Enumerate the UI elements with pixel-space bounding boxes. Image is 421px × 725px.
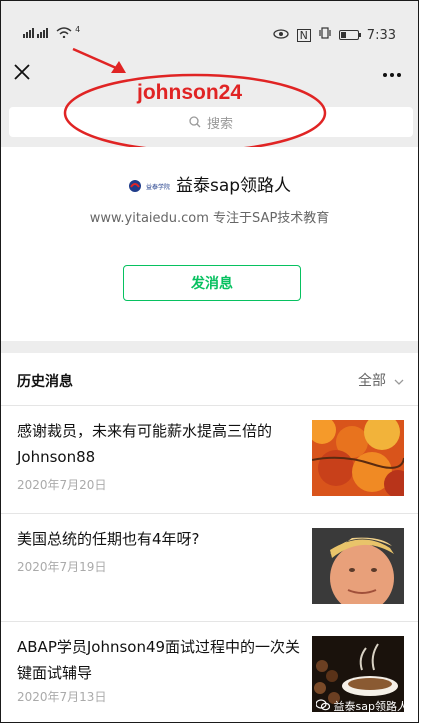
article-date: 2020年7月13日 (17, 690, 107, 704)
article-item[interactable]: 感谢裁员，未来有可能薪水提高三倍的Johnson88 2020年7月20日 (1, 405, 418, 513)
history-header: 历史消息 全部 (1, 353, 418, 405)
wifi-icon (56, 27, 75, 41)
article-title: 美国总统的任期也有4年呀? (17, 530, 200, 548)
history-filter-dropdown[interactable]: 全部 (358, 370, 404, 390)
wechat-icon (314, 698, 330, 714)
article-thumbnail-portrait (312, 528, 404, 612)
eye-icon (272, 28, 289, 43)
account-profile: 益泰学院 益泰sap领路人 www.yitaiedu.com 专注于SAP技术教育… (1, 147, 418, 341)
clock: 7:33 (366, 27, 396, 43)
annotation-label: johnson24 (137, 81, 243, 104)
nfc-icon: N (296, 28, 311, 42)
article-date: 2020年7月20日 (17, 478, 107, 492)
status-right: N 7:33 (272, 27, 396, 43)
article-thumbnail-autumn-leaves (308, 414, 412, 498)
account-description: www.yitaiedu.com 专注于SAP技术教育 (89, 211, 330, 226)
watermark-text: 益泰sap领路人 (333, 700, 408, 713)
send-message-button[interactable]: 发消息 (123, 265, 301, 301)
account-name: 益泰sap领路人 (175, 176, 292, 196)
vibrate-icon (319, 27, 331, 43)
header: 搜索 johnson24 (1, 45, 418, 153)
account-logo-icon (128, 178, 142, 192)
article-date: 2020年7月19日 (17, 560, 107, 574)
more-menu-icon[interactable] (382, 59, 402, 84)
section-divider (1, 341, 418, 353)
status-bar: 4 N 7:33 (1, 1, 418, 45)
battery-icon (338, 30, 361, 40)
article-title: 感谢裁员，未来有可能薪水提高三倍的Johnson88 (17, 422, 273, 466)
watermark: 益泰sap领路人 (314, 698, 408, 714)
phone-frame: 4 N 7:33 搜索 johnson24 益泰学院 益泰sap领路人 www.… (0, 0, 419, 723)
wifi-badge: 4 (75, 25, 81, 34)
history-title: 历史消息 (17, 374, 73, 390)
article-item[interactable]: 美国总统的任期也有4年呀? 2020年7月19日 (1, 513, 418, 621)
account-logo-text: 益泰学院 (145, 184, 170, 191)
signal-indicator: 4 (23, 25, 80, 41)
close-icon[interactable] (11, 63, 33, 85)
signal-icon (23, 28, 56, 41)
history-filter-label: 全部 (358, 373, 386, 389)
chevron-down-icon (394, 375, 404, 388)
article-title: ABAP学员Johnson49面试过程中的一次关键面试辅导 (17, 638, 301, 682)
account-title: 益泰学院 益泰sap领路人 (1, 171, 418, 196)
annotation-arrow (72, 47, 126, 73)
